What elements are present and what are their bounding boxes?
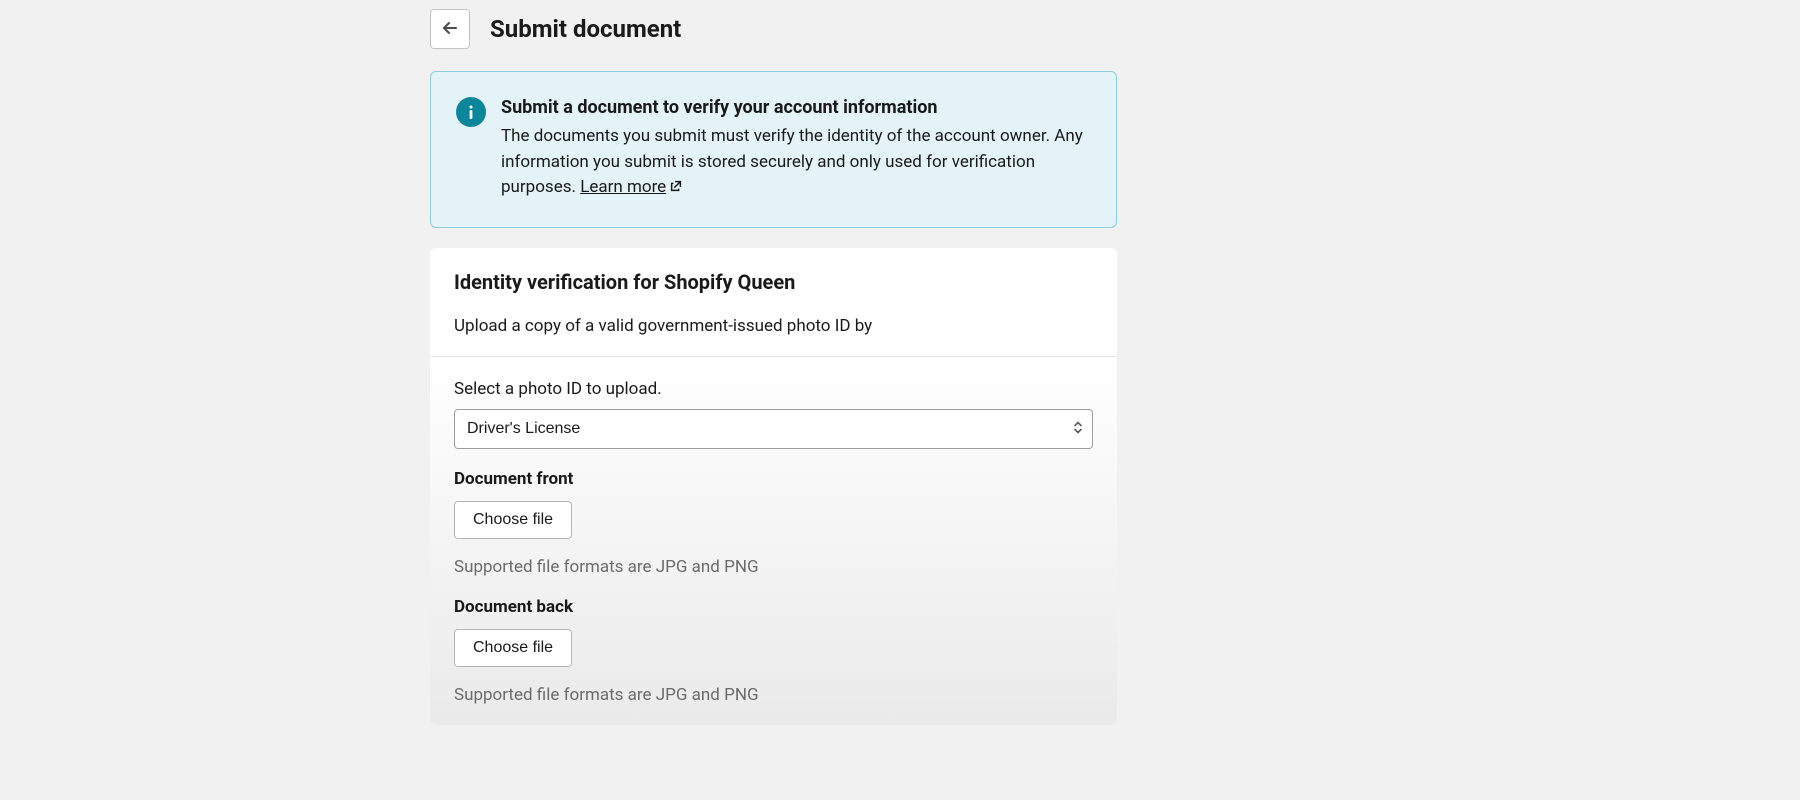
back-button[interactable] bbox=[430, 9, 470, 49]
document-front-label: Document front bbox=[454, 469, 1093, 489]
info-banner-content: Submit a document to verify your account… bbox=[501, 97, 1086, 202]
info-banner-body: The documents you submit must verify the… bbox=[501, 124, 1086, 202]
choose-file-back-button[interactable]: Choose file bbox=[454, 629, 572, 667]
verification-subtitle: Upload a copy of a valid government-issu… bbox=[454, 316, 1093, 336]
learn-more-link[interactable]: Learn more bbox=[580, 177, 666, 197]
arrow-left-icon bbox=[440, 18, 460, 41]
page-title: Submit document bbox=[490, 15, 681, 43]
external-link-icon bbox=[669, 176, 683, 202]
info-banner-title: Submit a document to verify your account… bbox=[501, 97, 1086, 118]
choose-file-front-button[interactable]: Choose file bbox=[454, 501, 572, 539]
info-icon bbox=[456, 97, 486, 127]
verification-card: Identity verification for Shopify Queen … bbox=[430, 248, 1117, 725]
back-hint: Supported file formats are JPG and PNG bbox=[454, 685, 1093, 705]
verification-header-section: Identity verification for Shopify Queen … bbox=[430, 248, 1117, 356]
verification-title: Identity verification for Shopify Queen bbox=[454, 270, 1093, 294]
front-hint: Supported file formats are JPG and PNG bbox=[454, 557, 1093, 577]
photo-id-select-label: Select a photo ID to upload. bbox=[454, 379, 1093, 399]
photo-id-select-wrap: Driver's License bbox=[454, 409, 1093, 449]
photo-id-select[interactable]: Driver's License bbox=[454, 409, 1093, 449]
document-back-label: Document back bbox=[454, 597, 1093, 617]
page-header: Submit document bbox=[430, 0, 1117, 71]
upload-section: Select a photo ID to upload. Driver's Li… bbox=[430, 356, 1117, 725]
info-banner: Submit a document to verify your account… bbox=[430, 71, 1117, 228]
